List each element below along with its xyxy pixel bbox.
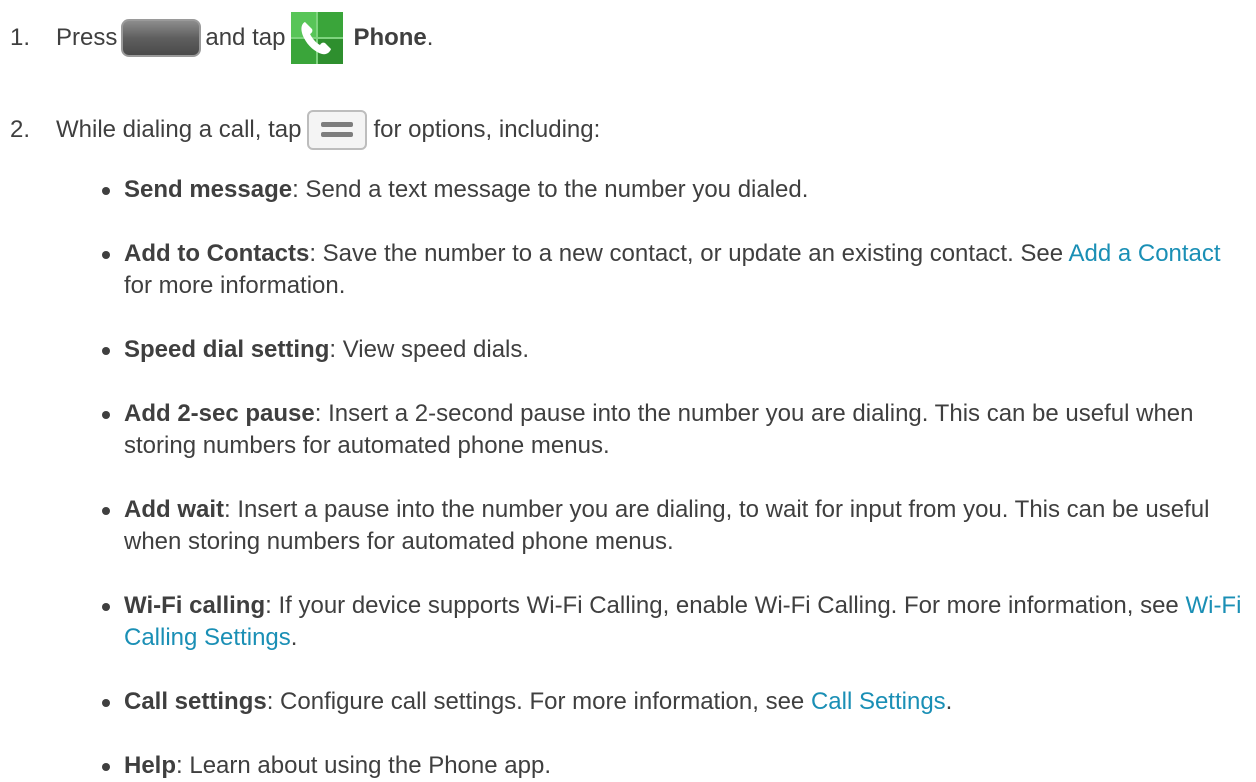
list-item: Add 2-sec pause: Insert a 2-second pause…	[102, 398, 1252, 462]
list-item: Speed dial setting: View speed dials.	[102, 334, 529, 366]
option-term: Help	[124, 752, 177, 779]
step-text-after: for options, including:	[373, 116, 601, 143]
step-number: 2.	[10, 116, 31, 143]
step-text-before: While dialing a call, tap	[56, 116, 302, 143]
call-settings-link[interactable]: Call Settings	[811, 688, 946, 715]
option-term: Add wait	[124, 496, 224, 523]
step-text-and-tap: and tap	[205, 24, 286, 51]
step-number: 1.	[10, 24, 31, 51]
option-desc: : Send a text message to the number you …	[292, 176, 809, 203]
menu-key-icon	[307, 110, 368, 150]
step-2: 2. While dialing a call, tap for options…	[10, 110, 600, 150]
option-desc: : Learn about using the Phone app.	[176, 752, 551, 779]
list-item: Send message: Send a text message to the…	[102, 174, 808, 206]
option-desc-after: for more information.	[124, 272, 346, 299]
option-term: Add 2-sec pause	[124, 400, 315, 427]
option-term: Wi-Fi calling	[124, 592, 266, 619]
option-desc: : If your device supports Wi-Fi Calling,…	[265, 592, 1186, 619]
phone-app-icon	[291, 12, 344, 64]
option-term: Send message	[124, 176, 293, 203]
step-1: 1. Press and tap Phone .	[10, 12, 433, 64]
option-term: Call settings	[124, 688, 267, 715]
list-item: Call settings: Configure call settings. …	[102, 686, 952, 718]
list-item: Add to Contacts: Save the number to a ne…	[102, 238, 1252, 302]
step-text-press: Press	[56, 24, 118, 51]
list-item: Wi-Fi calling: If your device supports W…	[102, 590, 1252, 654]
list-item: Help: Learn about using the Phone app.	[102, 750, 551, 782]
phone-app-label: Phone	[353, 24, 427, 51]
option-desc: : Configure call settings. For more info…	[266, 688, 811, 715]
option-term: Add to Contacts	[124, 240, 310, 267]
option-desc: : View speed dials.	[329, 336, 530, 363]
document-page: 1. Press and tap Phone . 2. While dialin…	[0, 0, 1256, 779]
step-end-period: .	[426, 24, 434, 51]
list-item: Add wait: Insert a pause into the number…	[102, 494, 1252, 558]
option-term: Speed dial setting	[124, 336, 330, 363]
option-desc: : Save the number to a new contact, or u…	[309, 240, 1069, 267]
option-desc-after: .	[945, 688, 953, 715]
add-a-contact-link[interactable]: Add a Contact	[1068, 240, 1220, 267]
home-key-icon	[121, 19, 202, 57]
option-desc: : Insert a pause into the number you are…	[124, 496, 1210, 555]
option-desc-after: .	[290, 624, 298, 651]
